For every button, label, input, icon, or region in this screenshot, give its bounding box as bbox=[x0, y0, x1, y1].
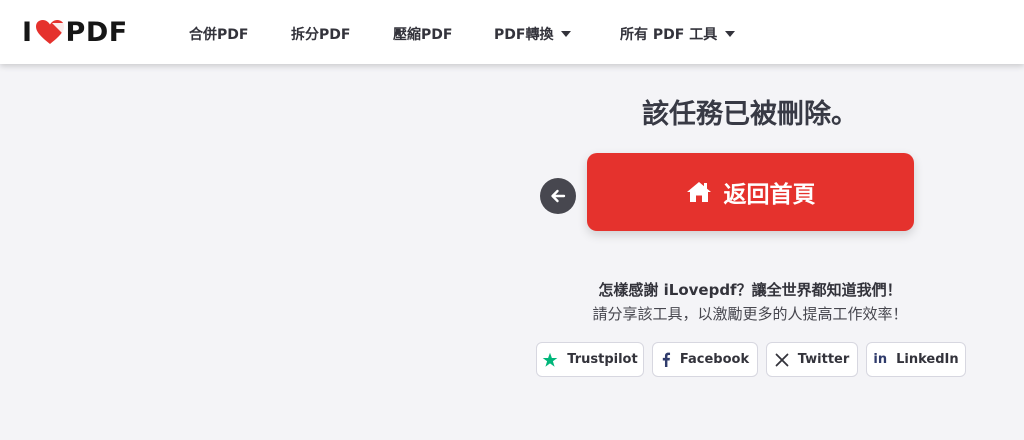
home-icon bbox=[686, 182, 711, 202]
trustpilot-label: Trustpilot bbox=[567, 352, 638, 367]
facebook-icon bbox=[661, 352, 671, 367]
facebook-label: Facebook bbox=[679, 352, 750, 367]
star-icon bbox=[542, 352, 558, 368]
linkedin-label: LinkedIn bbox=[896, 352, 959, 367]
share-text: 請分享該工具，以激勵更多的人提高工作效率！ bbox=[592, 305, 908, 323]
linkedin-icon: in bbox=[873, 352, 888, 367]
nav-split-pdf-label: 拆分PDF bbox=[291, 27, 351, 43]
chevron-down-icon bbox=[561, 31, 572, 37]
nav-split-pdf[interactable]: 拆分PDF bbox=[291, 24, 350, 44]
twitter-label: Twitter bbox=[797, 352, 850, 367]
logo-letter-i: I bbox=[22, 16, 33, 48]
nav-all-tools-label: 所有 PDF 工具 bbox=[620, 27, 718, 43]
top-navigation-bar: I PDF 合併PDF 拆分PDF 壓縮PDF PDF轉換 所有 PDF 工具 bbox=[0, 0, 1024, 64]
nav-merge-pdf-label: 合併PDF bbox=[189, 27, 249, 43]
nav-merge-pdf[interactable]: 合併PDF bbox=[189, 24, 248, 44]
ilovepdf-logo[interactable]: I PDF bbox=[22, 16, 128, 48]
heart-icon bbox=[35, 20, 64, 44]
x-twitter-icon bbox=[775, 353, 789, 367]
facebook-button[interactable]: Facebook bbox=[652, 342, 758, 377]
nav-compress-pdf-label: 壓縮PDF bbox=[393, 27, 453, 43]
nav-convert-pdf-dropdown[interactable]: PDF轉換 bbox=[494, 24, 572, 44]
logo-letters-pdf: PDF bbox=[65, 16, 128, 48]
chevron-down-icon bbox=[725, 31, 736, 37]
twitter-button[interactable]: Twitter bbox=[766, 342, 858, 377]
nav-all-tools-dropdown[interactable]: 所有 PDF 工具 bbox=[620, 24, 736, 44]
nav-convert-pdf-label: PDF轉換 bbox=[494, 27, 554, 43]
back-to-home-button[interactable]: 返回首頁 bbox=[587, 153, 914, 231]
page-title: 該任務已被刪除。 bbox=[642, 99, 858, 130]
thanks-text: 怎樣感謝 iLovepdf？讓全世界都知道我們！ bbox=[598, 281, 902, 299]
back-to-home-label: 返回首頁 bbox=[723, 182, 816, 208]
linkedin-button[interactable]: in LinkedIn bbox=[866, 342, 966, 377]
trustpilot-button[interactable]: Trustpilot bbox=[536, 342, 644, 377]
back-button[interactable] bbox=[540, 178, 576, 214]
nav-compress-pdf[interactable]: 壓縮PDF bbox=[393, 24, 452, 44]
arrow-left-icon bbox=[551, 189, 566, 203]
